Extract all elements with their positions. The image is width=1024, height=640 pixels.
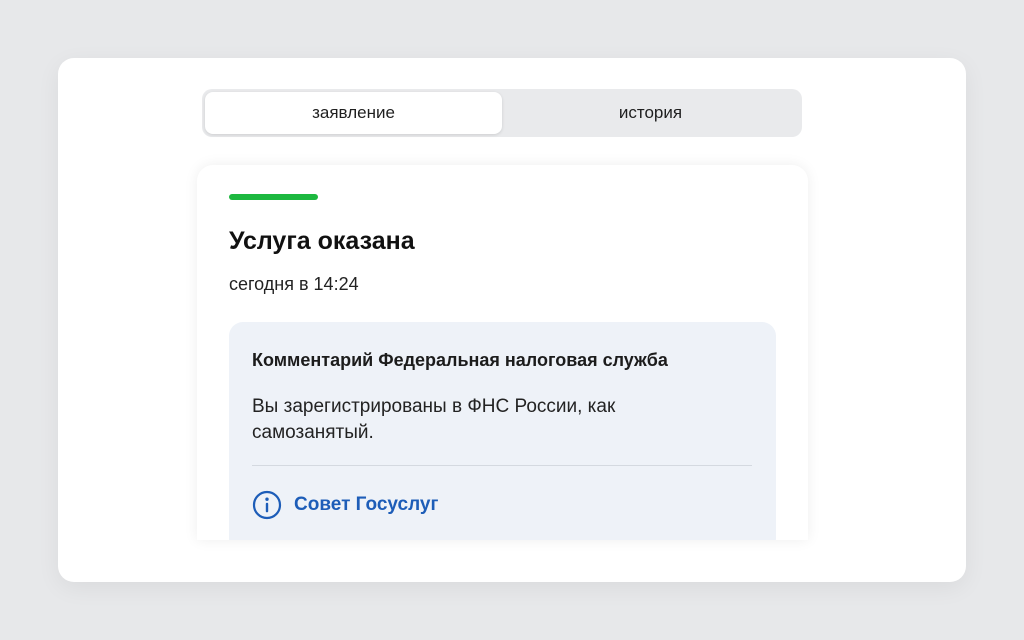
advice-label: Совет Госуслуг [294,494,439,515]
comment-text: Вы зарегистрированы в ФНС России, как са… [252,396,616,443]
status-indicator-bar [229,194,318,200]
status-title: Услуга оказана [229,227,415,255]
status-timestamp: сегодня в 14:24 [229,274,359,294]
tab-application[interactable]: заявление [205,92,502,134]
comment-title: Комментарий Федеральная налоговая служба [252,350,668,370]
divider [252,465,752,466]
comment-box: Комментарий Федеральная налоговая служба… [229,322,776,540]
advice-link[interactable]: Совет Госуслуг [252,490,438,520]
tab-switcher: заявление история [202,89,802,137]
tab-history[interactable]: история [502,92,799,134]
status-card: Услуга оказана сегодня в 14:24 Комментар… [197,165,808,540]
info-icon [252,490,282,520]
